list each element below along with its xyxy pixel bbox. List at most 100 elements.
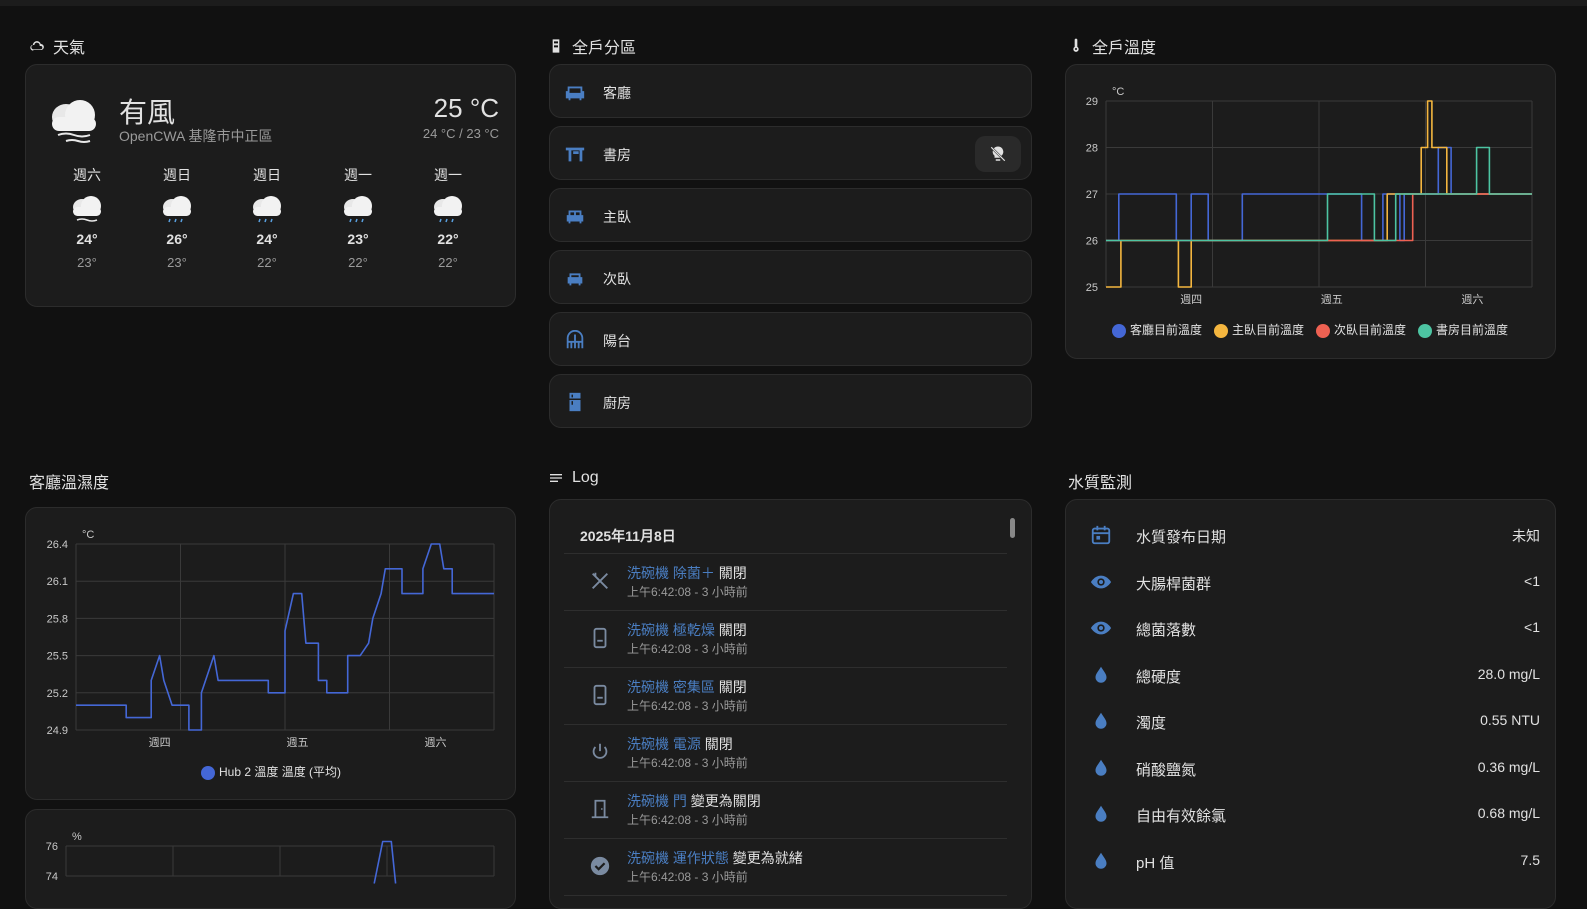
forecast-day-label: 週六 xyxy=(73,167,101,183)
log-time: 上午6:42:08 - 3 小時前 xyxy=(627,813,748,827)
log-entry[interactable]: 洗碗機 電源 關閉 上午6:42:08 - 3 小時前 xyxy=(564,724,1007,782)
water-row[interactable]: 水質發布日期 未知 xyxy=(1066,512,1556,558)
forecast-low: 23° xyxy=(77,255,97,270)
eye-icon xyxy=(1090,575,1112,589)
log-entity[interactable]: 洗碗機 運作狀態 xyxy=(627,850,729,866)
home-panel-icon xyxy=(552,39,560,53)
area-card-balcony[interactable]: 陽台 xyxy=(549,312,1032,366)
legend-item[interactable]: 書房目前溫度 xyxy=(1418,321,1508,338)
legend-label: 客廳目前溫度 xyxy=(1130,323,1203,337)
sofa-icon xyxy=(565,86,585,101)
log-entry[interactable]: 洗碗機 極乾燥 關閉 上午6:42:08 - 3 小時前 xyxy=(564,610,1007,668)
log-entry[interactable]: 洗碗機 除菌＋ 關閉 上午6:42:08 - 3 小時前 xyxy=(564,553,1007,611)
water-label: pH 值 xyxy=(1136,855,1175,872)
legend-label: Hub 2 溫度 溫度 (平均) xyxy=(219,765,342,779)
log-time: 上午6:42:08 - 3 小時前 xyxy=(627,756,748,770)
top-bar xyxy=(0,0,1587,6)
water-quality-card[interactable]: 水質發布日期 未知 大腸桿菌群 <1 總菌落數 <1 總硬度 28.0 mg/L… xyxy=(1065,499,1556,909)
water-label: 硝酸鹽氮 xyxy=(1136,762,1197,779)
water-row[interactable]: 自由有效餘氯 0.68 mg/L xyxy=(1066,791,1556,837)
weather-card[interactable]: 有風 OpenCWA 基隆市中正區 25 °C 24 °C / 23 °C 週六… xyxy=(25,64,516,307)
cloud-icon xyxy=(30,41,44,51)
forecast-day: 週一 23° 22° xyxy=(328,165,388,270)
water-drop-icon xyxy=(1095,805,1107,822)
y-tick-label: 24.9 xyxy=(47,725,68,737)
log-action: 關閉 xyxy=(718,679,747,695)
temps-title: 全戶溫度 xyxy=(1092,40,1157,57)
water-row[interactable]: 硝酸鹽氮 0.36 mg/L xyxy=(1066,745,1556,791)
water-row[interactable]: 濁度 0.55 NTU xyxy=(1066,698,1556,744)
water-value: 0.68 mg/L xyxy=(1477,805,1540,821)
living-room-temperature-card[interactable]: °C 24.9 25.2 25.5 25.8 26.1 26.4 週四 週五 週六 Hub 2 溫… xyxy=(25,507,516,800)
log-entity[interactable]: 洗碗機 電源 xyxy=(627,736,701,752)
forecast-high: 22° xyxy=(437,231,459,247)
water-label: 總菌落數 xyxy=(1136,622,1197,639)
log-action: 關閉 xyxy=(718,622,747,638)
water-row[interactable]: 總硬度 28.0 mg/L xyxy=(1066,652,1556,698)
water-label: 自由有效餘氯 xyxy=(1136,808,1227,825)
water-section-title: 水質監測 xyxy=(1068,469,1132,493)
scrollbar[interactable] xyxy=(1010,518,1015,538)
water-value: 7.5 xyxy=(1520,852,1540,868)
area-card-second-bedroom[interactable]: 次臥 xyxy=(549,250,1032,304)
light-off-button[interactable] xyxy=(975,136,1021,172)
device-icon xyxy=(593,627,607,649)
living-room-humidity-card[interactable]: % 74 76 xyxy=(25,809,516,909)
log-text: 洗碗機 門 變更為關閉 xyxy=(627,791,761,811)
sanitize-icon xyxy=(592,572,608,589)
y-tick-label: 76 xyxy=(46,841,58,853)
legend-dot xyxy=(1316,323,1331,338)
living-section-title: 客廳溫濕度 xyxy=(29,469,109,493)
check-circle-icon xyxy=(590,856,610,876)
list-icon xyxy=(550,474,562,482)
y-tick-label: 29 xyxy=(1086,96,1098,108)
legend-item[interactable]: 次臥目前溫度 xyxy=(1316,321,1406,338)
forecast-day: 週日 26° 23° xyxy=(147,165,207,270)
desk-icon xyxy=(565,147,585,162)
legend-item[interactable]: 主臥目前溫度 xyxy=(1214,321,1304,338)
area-label: 書房 xyxy=(603,147,631,163)
log-entity[interactable]: 洗碗機 門 xyxy=(627,793,687,809)
bed-icon xyxy=(567,273,583,286)
log-entity[interactable]: 洗碗機 極乾燥 xyxy=(627,622,715,638)
log-entity[interactable]: 洗碗機 密集區 xyxy=(627,679,715,695)
cloudy-windy-icon xyxy=(52,100,96,143)
x-tick-label: 週五 xyxy=(287,736,309,749)
water-row[interactable]: 總菌落數 <1 xyxy=(1066,605,1556,651)
water-value: 28.0 mg/L xyxy=(1477,666,1540,682)
area-card-study[interactable]: 書房 xyxy=(549,126,1032,180)
water-row[interactable]: 大腸桿菌群 <1 xyxy=(1066,559,1556,605)
legend-item[interactable]: Hub 2 溫度 溫度 (平均) xyxy=(201,763,341,780)
logbook-card[interactable]: 2025年11月8日 洗碗機 除菌＋ 關閉 上午6:42:08 - 3 小時前 … xyxy=(549,499,1032,909)
x-tick-label: 週六 xyxy=(424,736,446,749)
log-action: 變更為就緒 xyxy=(732,850,803,866)
log-entry[interactable]: 洗碗機 門 變更為關閉 上午6:42:08 - 3 小時前 xyxy=(564,781,1007,839)
log-action: 關閉 xyxy=(704,736,733,752)
house-temperature-card[interactable]: °C 25 26 27 28 29 週四 週五 週六 客廳目前溫度 主臥目前溫度 次臥目前溫度 … xyxy=(1065,64,1556,359)
areas-title: 全戶分區 xyxy=(572,40,637,57)
area-card-living-room[interactable]: 客廳 xyxy=(549,64,1032,118)
weather-range: 24 °C / 23 °C xyxy=(422,126,499,141)
forecast-high: 24° xyxy=(256,231,278,247)
axis-unit-label: °C xyxy=(1112,86,1124,98)
living-title: 客廳溫濕度 xyxy=(29,475,110,492)
forecast-low: 22° xyxy=(348,255,368,270)
legend-item[interactable]: 客廳目前溫度 xyxy=(1112,321,1202,338)
area-card-master-bedroom[interactable]: 主臥 xyxy=(549,188,1032,242)
area-label: 陽台 xyxy=(603,333,631,349)
temps-section-title: 全戶溫度 xyxy=(1068,34,1156,58)
water-title: 水質監測 xyxy=(1068,475,1133,492)
log-entity[interactable]: 洗碗機 除菌＋ xyxy=(627,565,715,581)
water-value: 0.36 mg/L xyxy=(1477,759,1540,775)
water-value: <1 xyxy=(1524,619,1540,635)
area-card-kitchen[interactable]: 廚房 xyxy=(549,374,1032,428)
log-entry[interactable]: 洗碗機 密集區 關閉 上午6:42:08 - 3 小時前 xyxy=(564,667,1007,725)
rain-icon xyxy=(163,196,191,223)
log-entry[interactable]: 洗碗機 運作狀態 變更為就緒 上午6:42:08 - 3 小時前 xyxy=(564,838,1007,896)
log-time: 上午6:42:08 - 3 小時前 xyxy=(627,585,748,599)
log-text: 洗碗機 密集區 關閉 xyxy=(627,677,747,697)
forecast-day-label: 週一 xyxy=(434,167,462,183)
water-row[interactable]: pH 值 7.5 xyxy=(1066,838,1556,884)
x-tick-label: 週五 xyxy=(1321,293,1343,306)
y-tick-label: 25.8 xyxy=(47,613,68,625)
